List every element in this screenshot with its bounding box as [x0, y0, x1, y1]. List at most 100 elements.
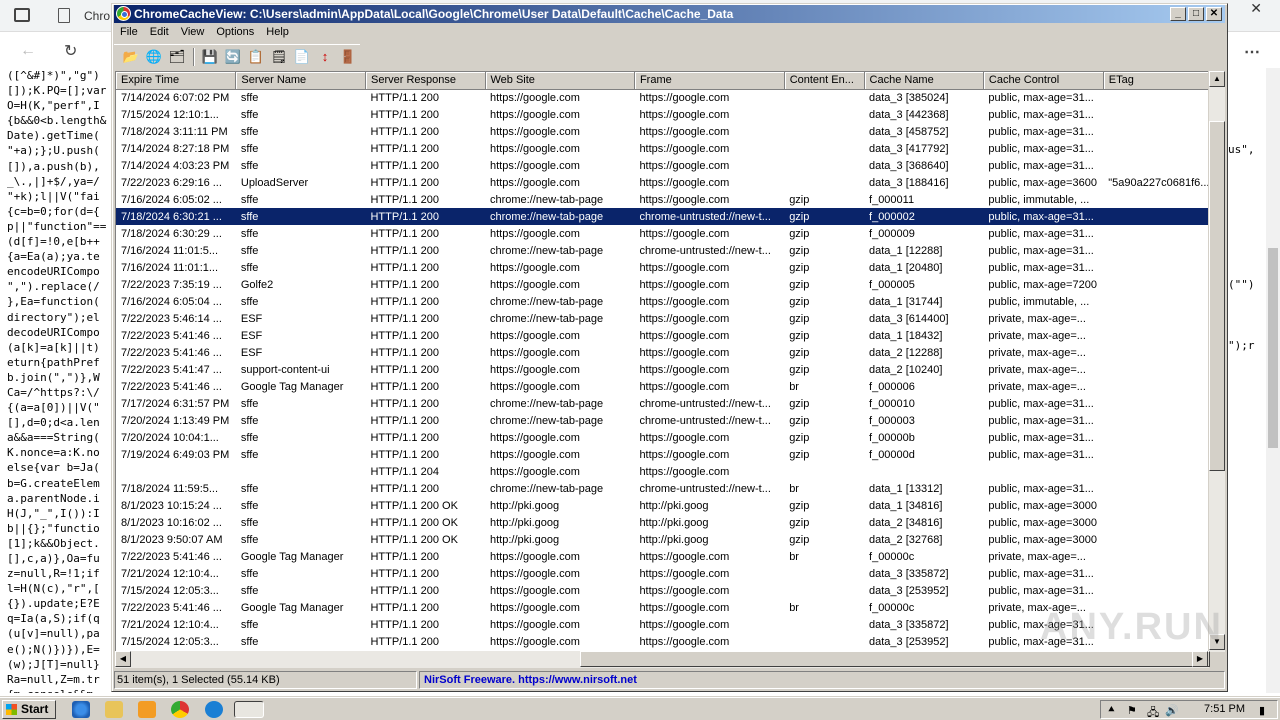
open-folder-icon[interactable]: 📂	[120, 46, 142, 68]
close-button[interactable]: ✕	[1206, 7, 1222, 21]
chrome-icon[interactable]	[171, 701, 189, 718]
menu-help[interactable]: Help	[260, 24, 295, 42]
column-header[interactable]: ETag	[1103, 72, 1210, 90]
table-row[interactable]: 7/14/2024 4:03:23 PM sffe HTTP/1.1 200 http…	[116, 157, 1210, 174]
copy-icon[interactable]: 📋	[245, 46, 267, 68]
menu-options[interactable]: Options	[210, 24, 260, 42]
table-row[interactable]: 7/18/2024 6:30:29 ... sffe HTTP/1.1 200 htt…	[116, 225, 1210, 242]
column-header[interactable]: Server Name	[235, 72, 366, 90]
table-row[interactable]: 7/22/2023 5:41:46 ... Google Tag Manager H…	[116, 378, 1210, 395]
table-row[interactable]: 7/22/2023 6:29:16 ... UploadServer HTTP/1.…	[116, 174, 1210, 191]
table-row[interactable]: 7/14/2024 6:07:02 PM sffe HTTP/1.1 200 http…	[116, 89, 1210, 106]
table-row[interactable]: 7/18/2024 11:59:5... sffe HTTP/1.1 200 chro…	[116, 480, 1210, 497]
refresh-icon[interactable]: 🔄	[222, 46, 244, 68]
table-row[interactable]: 7/15/2024 12:10:1... sffe HTTP/1.1 200 http…	[116, 106, 1210, 123]
table-row[interactable]: 7/21/2024 12:10:4... sffe HTTP/1.1 200 http…	[116, 565, 1210, 582]
table-row[interactable]: 7/19/2024 6:49:03 PM sffe HTTP/1.1 200 http…	[116, 446, 1210, 463]
table-row[interactable]: 7/22/2023 5:41:46 ... ESF HTTP/1.1 200 http…	[116, 327, 1210, 344]
menu-file[interactable]: File	[114, 24, 144, 42]
table-cell: public, max-age=31...	[988, 125, 1094, 138]
globe-icon[interactable]: 🌐	[143, 46, 165, 68]
table-row[interactable]: HTTP/1.1 204 https://google.com https://go…	[116, 463, 1210, 480]
scroll-left-button[interactable]: ◀	[115, 651, 131, 667]
column-header[interactable]: Frame	[634, 72, 785, 90]
app-icon[interactable]	[116, 6, 131, 21]
table-row[interactable]: 8/1/2023 10:16:02 ... sffe HTTP/1.1 200 OK…	[116, 514, 1210, 531]
vertical-scrollbar[interactable]: ▲ ▼	[1208, 71, 1225, 652]
table-row[interactable]: 7/22/2023 5:41:46 ... Google Tag Manager H…	[116, 548, 1210, 565]
column-header[interactable]: Web Site	[485, 72, 635, 90]
html-report-icon[interactable]: 📄	[291, 46, 313, 68]
table-row[interactable]: 7/20/2024 10:04:1... sffe HTTP/1.1 200 http…	[116, 429, 1210, 446]
table-cell: http://pki.goog	[639, 533, 709, 546]
exit-icon[interactable]: 🚪	[337, 46, 359, 68]
table-cell: f_000010	[869, 397, 915, 410]
table-row[interactable]: 7/16/2024 11:01:1... sffe HTTP/1.1 200 http…	[116, 259, 1210, 276]
tray-flag-icon[interactable]: ⚑	[1127, 704, 1137, 717]
horizontal-scroll-thumb[interactable]	[580, 651, 1210, 667]
clock[interactable]: 7:51 PM	[1204, 703, 1245, 715]
browser-tab-title[interactable]: Chro	[84, 9, 110, 23]
column-header[interactable]: Cache Control	[983, 72, 1104, 90]
copy-files-icon[interactable]: 🗂	[166, 46, 188, 68]
menu-view[interactable]: View	[175, 24, 211, 42]
table-row[interactable]: 8/1/2023 10:15:24 ... sffe HTTP/1.1 200 OK…	[116, 497, 1210, 514]
tab-overview-icon[interactable]	[14, 8, 30, 22]
column-header[interactable]: Cache Name	[864, 72, 984, 90]
tray-volume-icon[interactable]: 🔊	[1165, 704, 1179, 717]
table-cell: HTTP/1.1 200	[370, 244, 439, 257]
table-row[interactable]: 7/18/2024 3:11:11 PM sffe HTTP/1.1 200 http…	[116, 123, 1210, 140]
maximize-button[interactable]: □	[1188, 7, 1204, 21]
tray-action-icon[interactable]: ▮	[1259, 704, 1265, 717]
table-row[interactable]: 7/17/2024 6:31:57 PM sffe HTTP/1.1 200 chro…	[116, 395, 1210, 412]
scroll-right-button[interactable]: ▶	[1192, 651, 1208, 667]
ie-icon[interactable]	[72, 701, 90, 718]
table-row[interactable]: 7/22/2023 5:41:47 ... support-content-ui H…	[116, 361, 1210, 378]
media-player-icon[interactable]	[138, 701, 156, 718]
table-cell	[784, 123, 864, 140]
table-cell: gzip	[789, 363, 810, 376]
scroll-up-button[interactable]: ▲	[1209, 71, 1225, 87]
reload-icon[interactable]: ↻	[64, 41, 77, 61]
back-arrow-icon[interactable]: ←	[20, 42, 36, 60]
sort-icon[interactable]: ↕	[314, 46, 336, 68]
more-menu-icon[interactable]: ⋯	[1244, 42, 1260, 62]
column-header[interactable]: Expire Time	[116, 72, 237, 90]
start-button[interactable]: Start	[2, 700, 56, 719]
table-cell: 7/15/2024 12:05:3...	[121, 584, 219, 597]
table-row[interactable]: 7/15/2024 12:05:3... sffe HTTP/1.1 200 http…	[116, 582, 1210, 599]
minimize-button[interactable]: _	[1170, 7, 1186, 21]
vertical-scroll-thumb[interactable]	[1209, 121, 1225, 471]
table-row[interactable]: 7/22/2023 7:35:19 ... Golfe2 HTTP/1.1 200 h…	[116, 276, 1210, 293]
table-row[interactable]: 7/16/2024 6:05:02 ... sffe HTTP/1.1 200 chr…	[116, 191, 1210, 208]
table-row[interactable]: 8/1/2023 9:50:07 AM sffe HTTP/1.1 200 OK ht…	[116, 531, 1210, 548]
menu-edit[interactable]: Edit	[144, 24, 175, 42]
browser-scroll-thumb[interactable]	[1268, 248, 1278, 448]
table-cell: chrome://new-tab-page	[490, 312, 604, 325]
table-cell: 7/22/2023 7:35:19 ...	[121, 278, 222, 291]
browser-close-icon[interactable]: ✕	[1250, 0, 1262, 17]
horizontal-scrollbar[interactable]: ◀ ▶	[115, 651, 1210, 668]
table-row[interactable]: 7/18/2024 6:30:21 ... sffe HTTP/1.1 200 chr…	[116, 208, 1210, 225]
edge-icon[interactable]	[205, 701, 223, 718]
table-cell: gzip	[784, 208, 865, 225]
table-row[interactable]: 7/14/2024 8:27:18 PM sffe HTTP/1.1 200 http…	[116, 140, 1210, 157]
column-header[interactable]: Server Response	[365, 72, 486, 90]
table-row[interactable]: 7/22/2023 5:46:14 ... ESF HTTP/1.1 200 chro…	[116, 310, 1210, 327]
table-cell: sffe	[240, 193, 259, 206]
properties-icon[interactable]: 🗒	[268, 46, 290, 68]
nirsoft-link[interactable]: NirSoft Freeware. https://www.nirsoft.ne…	[419, 671, 1225, 689]
tray-network-icon[interactable]: 🖧	[1147, 704, 1159, 720]
table-row[interactable]: 7/16/2024 11:01:5... sffe HTTP/1.1 200 chro…	[116, 242, 1210, 259]
tray-arrow-icon[interactable]: ⯅	[1107, 704, 1116, 717]
chromecacheview-taskbar-button[interactable]	[234, 701, 264, 718]
table-row[interactable]: 7/16/2024 6:05:04 ... sffe HTTP/1.1 200 chr…	[116, 293, 1210, 310]
browser-scrollbar[interactable]	[1266, 68, 1280, 693]
table-row[interactable]: 7/20/2024 1:13:49 PM sffe HTTP/1.1 200 chro…	[116, 412, 1210, 429]
save-icon[interactable]: 💾	[199, 46, 221, 68]
table-cell: HTTP/1.1 200	[370, 584, 439, 597]
window-titlebar[interactable]: ChromeCacheView: C:\Users\admin\AppData\…	[114, 5, 1225, 23]
explorer-icon[interactable]	[105, 701, 123, 718]
column-header[interactable]: Content En...	[784, 72, 865, 90]
table-row[interactable]: 7/22/2023 5:41:46 ... ESF HTTP/1.1 200 http…	[116, 344, 1210, 361]
